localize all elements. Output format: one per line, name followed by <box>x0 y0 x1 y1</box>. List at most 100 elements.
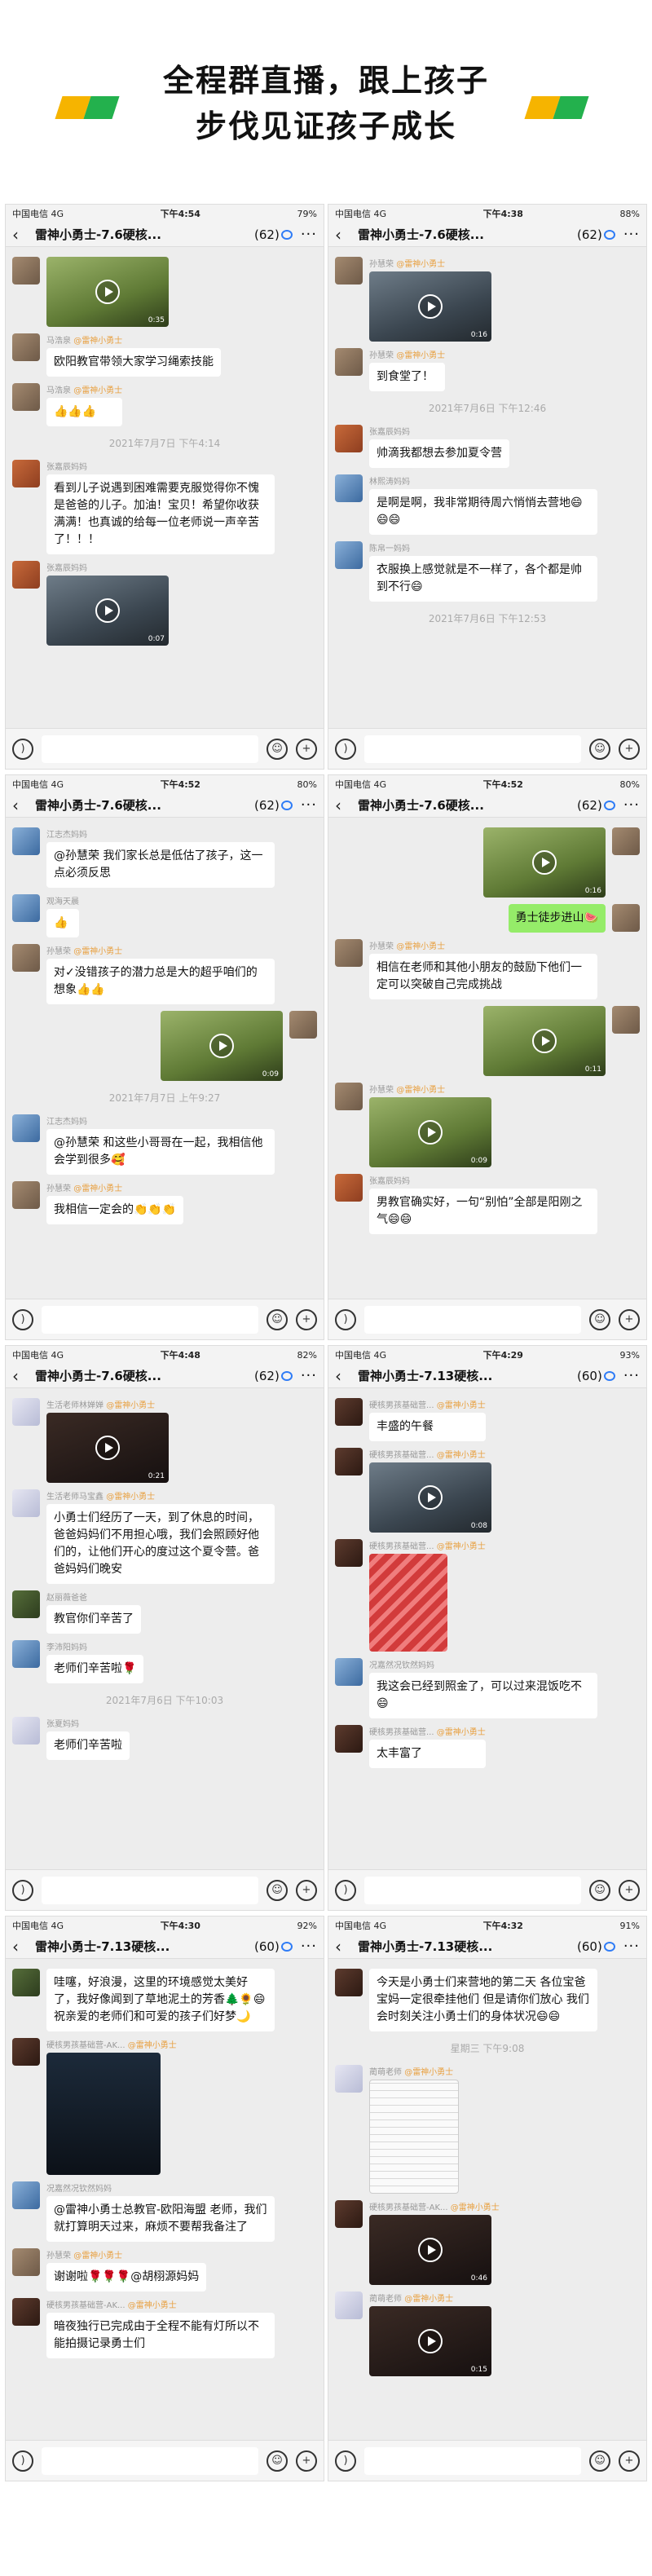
avatar[interactable] <box>335 1658 363 1686</box>
voice-icon[interactable]: ) <box>12 2450 33 2472</box>
play-icon[interactable] <box>209 1034 234 1058</box>
message-input[interactable] <box>42 1305 258 1334</box>
message-bubble[interactable]: 👍👍👍 <box>46 398 123 426</box>
avatar[interactable] <box>335 2065 363 2093</box>
avatar[interactable] <box>12 257 40 285</box>
voice-icon[interactable]: ) <box>12 738 33 760</box>
avatar[interactable] <box>12 1114 40 1142</box>
play-icon[interactable] <box>418 1120 443 1145</box>
avatar[interactable] <box>335 1725 363 1753</box>
avatar[interactable] <box>12 894 40 922</box>
emoji-icon[interactable]: ☺ <box>589 738 610 760</box>
message-bubble[interactable]: 到食堂了！ <box>369 363 446 391</box>
emoji-icon[interactable]: ☺ <box>589 1879 610 1901</box>
watching-icon[interactable] <box>280 1941 293 1952</box>
play-icon[interactable] <box>532 1029 557 1053</box>
watching-icon[interactable] <box>280 229 293 240</box>
avatar[interactable] <box>335 1539 363 1567</box>
message-list[interactable]: 江志杰妈妈 @孙慧荣 我们家长总是低估了孩子，这一点必须反思 观海天晨 👍 孙慧荣 … <box>6 818 324 1299</box>
message-bubble[interactable]: 看到儿子说遇到困难需要克服觉得你不愧是爸爸的儿子。加油！宝贝！希望你收获满满！也… <box>46 474 275 554</box>
emoji-icon[interactable]: ☺ <box>267 1879 288 1901</box>
avatar[interactable] <box>335 1398 363 1426</box>
more-icon[interactable]: ··· <box>623 1367 640 1384</box>
message-input[interactable] <box>364 1876 581 1904</box>
message-list[interactable]: 生活老师林婵婵 @雷神小勇士 0:21 生活老师马宝鑫 @雷神小勇士 小勇士们经历了一… <box>6 1388 324 1869</box>
voice-icon[interactable]: ) <box>335 2450 356 2472</box>
avatar[interactable] <box>335 2291 363 2319</box>
avatar[interactable] <box>335 1174 363 1202</box>
back-chevron-icon[interactable]: ‹ <box>335 796 350 815</box>
play-icon[interactable] <box>418 294 443 319</box>
back-chevron-icon[interactable]: ‹ <box>335 225 350 245</box>
avatar[interactable] <box>12 2181 40 2209</box>
message-bubble[interactable]: 👍 <box>46 909 79 937</box>
message-bubble[interactable]: 勇士徒步进山🍉 <box>508 904 606 933</box>
message-bubble[interactable]: 我相信一定会的👏👏👏 <box>46 1196 184 1224</box>
avatar[interactable] <box>12 2038 40 2066</box>
message-bubble[interactable]: 小勇士们经历了一天，到了休息的时间，爸爸妈妈们不用担心哦，我们会照顾好他们的，让… <box>46 1504 275 1584</box>
message-list[interactable]: 硬核男孩基础营... @雷神小勇士 丰盛的午餐 硬核男孩基础营... @雷神小勇士 0… <box>328 1388 646 1869</box>
avatar[interactable] <box>335 939 363 967</box>
watching-icon[interactable] <box>603 800 615 810</box>
back-chevron-icon[interactable]: ‹ <box>335 1937 350 1956</box>
play-icon[interactable] <box>95 598 120 623</box>
watching-icon[interactable] <box>603 1370 615 1381</box>
message-input[interactable] <box>364 2446 581 2475</box>
message-bubble[interactable]: 相信在老师和其他小朋友的鼓励下他们一定可以突破自己完成挑战 <box>369 954 597 999</box>
photo-thumbnail[interactable] <box>369 1554 447 1652</box>
avatar[interactable] <box>12 1489 40 1517</box>
plus-icon[interactable]: + <box>296 738 317 760</box>
avatar[interactable] <box>335 1083 363 1110</box>
plus-icon[interactable]: + <box>619 738 640 760</box>
message-bubble[interactable]: 对✓没错孩子的潜力总是大的超乎咱们的想象👍👍 <box>46 959 275 1004</box>
video-thumbnail[interactable]: 0:07 <box>46 576 169 646</box>
message-list[interactable]: 0:35 马浩泉 @雷神小勇士 欧阳教官带领大家学习绳索技能 马浩泉 @雷神小勇士 👍👍… <box>6 247 324 728</box>
message-bubble[interactable]: @孙慧荣 和这些小哥哥在一起，我相信他会学到很多🥰 <box>46 1129 275 1175</box>
avatar[interactable] <box>335 474 363 502</box>
avatar[interactable] <box>12 944 40 972</box>
more-icon[interactable]: ··· <box>623 796 640 814</box>
play-icon[interactable] <box>95 1436 120 1460</box>
more-icon[interactable]: ··· <box>301 1367 317 1384</box>
message-list[interactable]: 0:16 勇士徒步进山🍉 孙慧荣 @雷神小勇士 相信在老师和其他小朋友的鼓励下他们一定… <box>328 818 646 1299</box>
message-bubble[interactable]: @孙慧荣 我们家长总是低估了孩子，这一点必须反思 <box>46 842 275 888</box>
back-chevron-icon[interactable]: ‹ <box>335 1366 350 1386</box>
message-bubble[interactable]: 男教官确实好，一句“别怕”全部是阳刚之气😄😄 <box>369 1189 597 1234</box>
video-thumbnail[interactable]: 0:35 <box>46 257 169 327</box>
back-chevron-icon[interactable]: ‹ <box>12 796 27 815</box>
video-thumbnail[interactable]: 0:21 <box>46 1413 169 1483</box>
avatar[interactable] <box>12 1969 40 1996</box>
message-bubble[interactable]: 暗夜独行已完成由于全程不能有灯所以不能拍摄记录勇士们 <box>46 2313 275 2358</box>
more-icon[interactable]: ··· <box>623 1938 640 1955</box>
video-thumbnail[interactable]: 0:46 <box>369 2215 491 2285</box>
message-bubble[interactable]: 丰盛的午餐 <box>369 1413 486 1441</box>
avatar[interactable] <box>12 1640 40 1668</box>
avatar[interactable] <box>12 460 40 487</box>
message-bubble[interactable]: 老师们辛苦啦🌹 <box>46 1655 144 1683</box>
message-list[interactable]: 今天是小勇士们来营地的第二天 各位宝爸宝妈一定很牵挂他们 但是请你们放心 我们会… <box>328 1959 646 2440</box>
play-icon[interactable] <box>418 1485 443 1510</box>
plus-icon[interactable]: + <box>619 1308 640 1330</box>
more-icon[interactable]: ··· <box>301 226 317 243</box>
avatar[interactable] <box>335 348 363 376</box>
emoji-icon[interactable]: ☺ <box>267 2450 288 2472</box>
message-input[interactable] <box>364 1305 581 1334</box>
avatar[interactable] <box>335 425 363 452</box>
plus-icon[interactable]: + <box>296 1308 317 1330</box>
more-icon[interactable]: ··· <box>301 796 317 814</box>
message-bubble[interactable]: 欧阳教官带领大家学习绳索技能 <box>46 348 221 377</box>
photo-thumbnail[interactable] <box>369 2080 459 2194</box>
play-icon[interactable] <box>532 850 557 875</box>
avatar[interactable] <box>12 1181 40 1209</box>
video-thumbnail[interactable]: 0:15 <box>369 2306 491 2376</box>
message-bubble[interactable]: 老师们辛苦啦 <box>46 1731 130 1760</box>
avatar[interactable] <box>12 561 40 589</box>
message-bubble[interactable]: 谢谢啦🌹🌹🌹@胡栩源妈妈 <box>46 2263 207 2291</box>
message-bubble[interactable]: 是啊是啊，我非常期待周六悄悄去营地😄😄😄 <box>369 489 597 535</box>
avatar[interactable] <box>335 541 363 569</box>
plus-icon[interactable]: + <box>619 1879 640 1901</box>
avatar[interactable] <box>335 257 363 285</box>
video-thumbnail[interactable]: 0:16 <box>483 827 606 898</box>
message-bubble[interactable]: 太丰富了 <box>369 1740 486 1768</box>
avatar[interactable] <box>12 383 40 411</box>
